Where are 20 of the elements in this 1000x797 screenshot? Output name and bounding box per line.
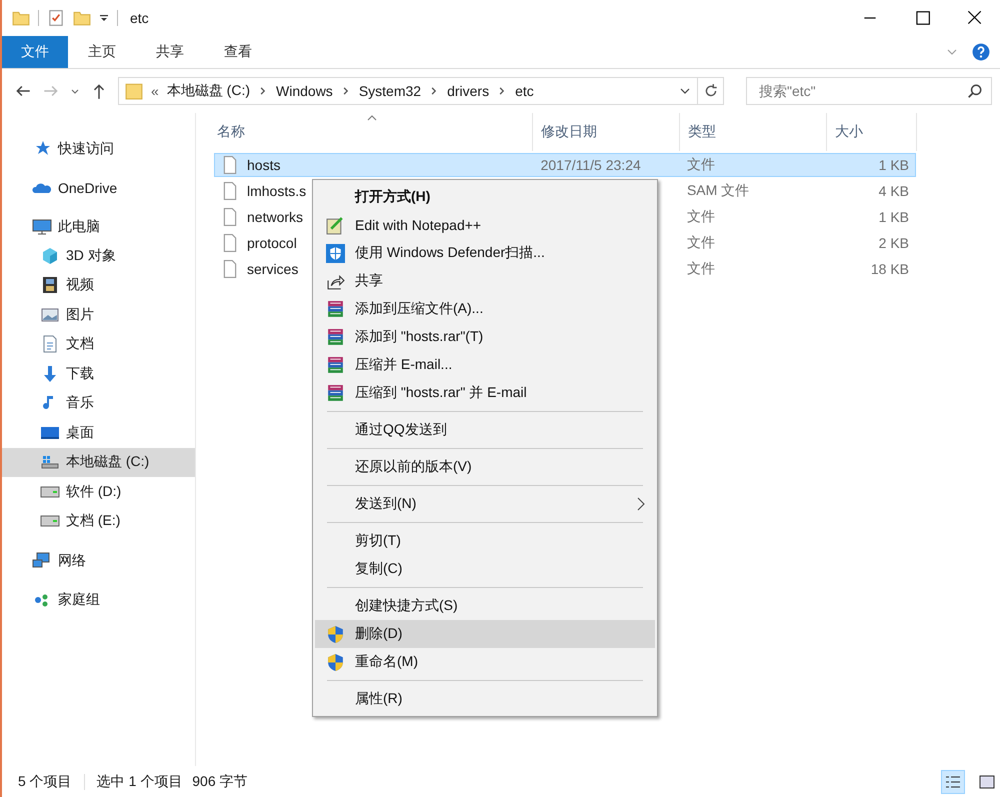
item-count: 5 个项目 <box>18 773 72 791</box>
type-cell-text: 文件 <box>686 208 716 226</box>
file-name: protocol <box>247 235 297 251</box>
type-cell-text: 文件 <box>686 260 716 278</box>
type-cell-text: 文件 <box>686 156 716 174</box>
file-name: networks <box>247 209 304 225</box>
type-cell-text: 文件 <box>686 234 716 252</box>
size-cell-text: 1 KB <box>878 209 910 225</box>
file-name: hosts <box>247 157 280 173</box>
size-cell-text: 4 KB <box>878 183 910 199</box>
file-name: lmhosts.s <box>247 183 306 199</box>
size-cell-text: 1 KB <box>878 157 910 173</box>
type-cell-text: SAM 文件 <box>686 182 750 200</box>
file-name: services <box>247 261 298 277</box>
selection-info: 选中 1 个项目 <box>96 773 182 791</box>
date-cell-text: 2017/11/5 23:24 <box>540 157 642 173</box>
window-title: etc <box>130 10 149 26</box>
size-cell-text: 2 KB <box>878 235 910 251</box>
selection-size: 906 字节 <box>192 773 248 791</box>
size-cell-text: 18 KB <box>870 261 910 277</box>
